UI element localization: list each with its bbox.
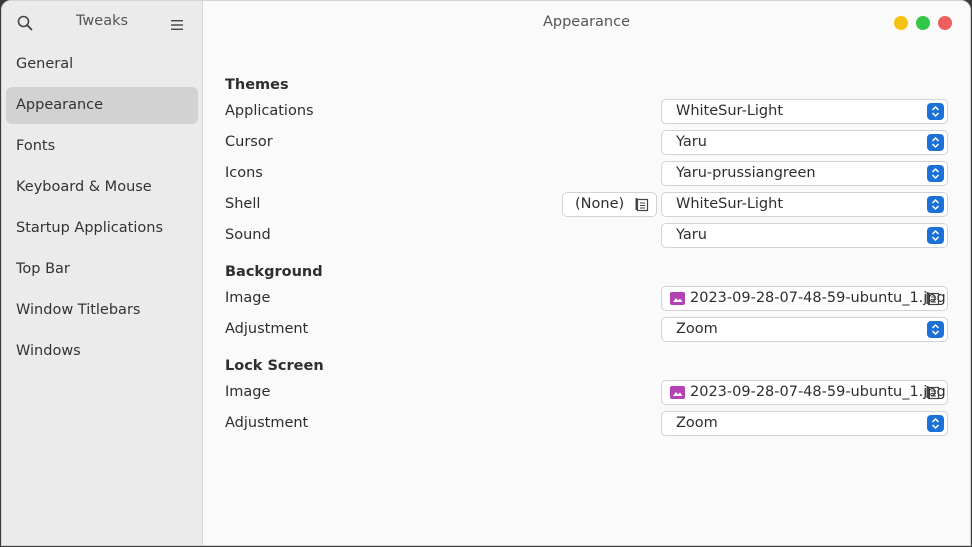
icons-label: Icons — [225, 165, 263, 181]
sidebar: Tweaks General Appearance Fonts Keyboard… — [2, 1, 203, 545]
cursor-theme-dropdown[interactable]: Yaru — [661, 130, 948, 155]
chevron-updown-icon — [927, 165, 944, 182]
sidebar-item-top-bar[interactable]: Top Bar — [6, 251, 198, 288]
dropdown-value: Zoom — [676, 415, 718, 431]
page-title: Appearance — [542, 14, 631, 30]
sidebar-item-startup-applications[interactable]: Startup Applications — [6, 210, 198, 247]
shell-theme-dropdown[interactable]: WhiteSur-Light — [661, 192, 948, 217]
sidebar-item-appearance[interactable]: Appearance — [6, 87, 198, 124]
chevron-updown-icon — [927, 321, 944, 338]
dropdown-value: WhiteSur-Light — [676, 103, 784, 119]
icons-theme-dropdown[interactable]: Yaru-prussiangreen — [661, 161, 948, 186]
themes-heading: Themes — [225, 77, 289, 93]
sidebar-item-keyboard-mouse[interactable]: Keyboard & Mouse — [6, 169, 198, 206]
applications-theme-dropdown[interactable]: WhiteSur-Light — [661, 99, 948, 124]
tweaks-window: Tweaks General Appearance Fonts Keyboard… — [1, 0, 971, 546]
dropdown-value: Zoom — [676, 321, 718, 337]
background-adjustment-label: Adjustment — [225, 321, 309, 337]
file-button-value: (None) — [575, 196, 625, 212]
document-icon — [634, 197, 650, 217]
lock-screen-image-file-button[interactable]: 2023-09-28-07-48-59-ubuntu_1.jpg — [661, 380, 948, 405]
chevron-updown-icon — [927, 134, 944, 151]
hamburger-menu-icon[interactable] — [170, 16, 184, 30]
chevron-updown-icon — [927, 103, 944, 120]
sidebar-nav: General Appearance Fonts Keyboard & Mous… — [2, 46, 202, 374]
applications-label: Applications — [225, 103, 314, 119]
sidebar-item-fonts[interactable]: Fonts — [6, 128, 198, 165]
background-adjustment-dropdown[interactable]: Zoom — [661, 317, 948, 342]
close-button[interactable] — [938, 16, 952, 30]
lock-screen-heading: Lock Screen — [225, 358, 324, 374]
sidebar-item-window-titlebars[interactable]: Window Titlebars — [6, 292, 198, 329]
image-icon — [670, 292, 685, 305]
image-icon — [670, 386, 685, 399]
sidebar-header: Tweaks — [2, 1, 202, 44]
lock-screen-adjustment-dropdown[interactable]: Zoom — [661, 411, 948, 436]
file-name: 2023-09-28-07-48-59-ubuntu_1.jpg — [690, 290, 946, 306]
shell-file-button[interactable]: (None) — [562, 192, 657, 217]
document-icon — [925, 291, 941, 311]
dropdown-value: WhiteSur-Light — [676, 196, 784, 212]
shell-label: Shell — [225, 196, 261, 212]
minimize-button[interactable] — [894, 16, 908, 30]
main-panel: Appearance Themes Applications WhiteSur-… — [203, 1, 970, 545]
file-name: 2023-09-28-07-48-59-ubuntu_1.jpg — [690, 384, 946, 400]
chevron-updown-icon — [927, 227, 944, 244]
lock-screen-image-label: Image — [225, 384, 271, 400]
chevron-updown-icon — [927, 415, 944, 432]
sound-label: Sound — [225, 227, 271, 243]
dropdown-value: Yaru-prussiangreen — [676, 165, 816, 181]
cursor-label: Cursor — [225, 134, 273, 150]
dropdown-value: Yaru — [676, 227, 707, 243]
background-heading: Background — [225, 264, 323, 280]
background-image-label: Image — [225, 290, 271, 306]
lock-screen-adjustment-label: Adjustment — [225, 415, 309, 431]
sidebar-item-general[interactable]: General — [6, 46, 198, 83]
chevron-updown-icon — [927, 196, 944, 213]
sound-theme-dropdown[interactable]: Yaru — [661, 223, 948, 248]
document-icon — [925, 385, 941, 405]
maximize-button[interactable] — [916, 16, 930, 30]
sidebar-item-windows[interactable]: Windows — [6, 333, 198, 370]
dropdown-value: Yaru — [676, 134, 707, 150]
background-image-file-button[interactable]: 2023-09-28-07-48-59-ubuntu_1.jpg — [661, 286, 948, 311]
